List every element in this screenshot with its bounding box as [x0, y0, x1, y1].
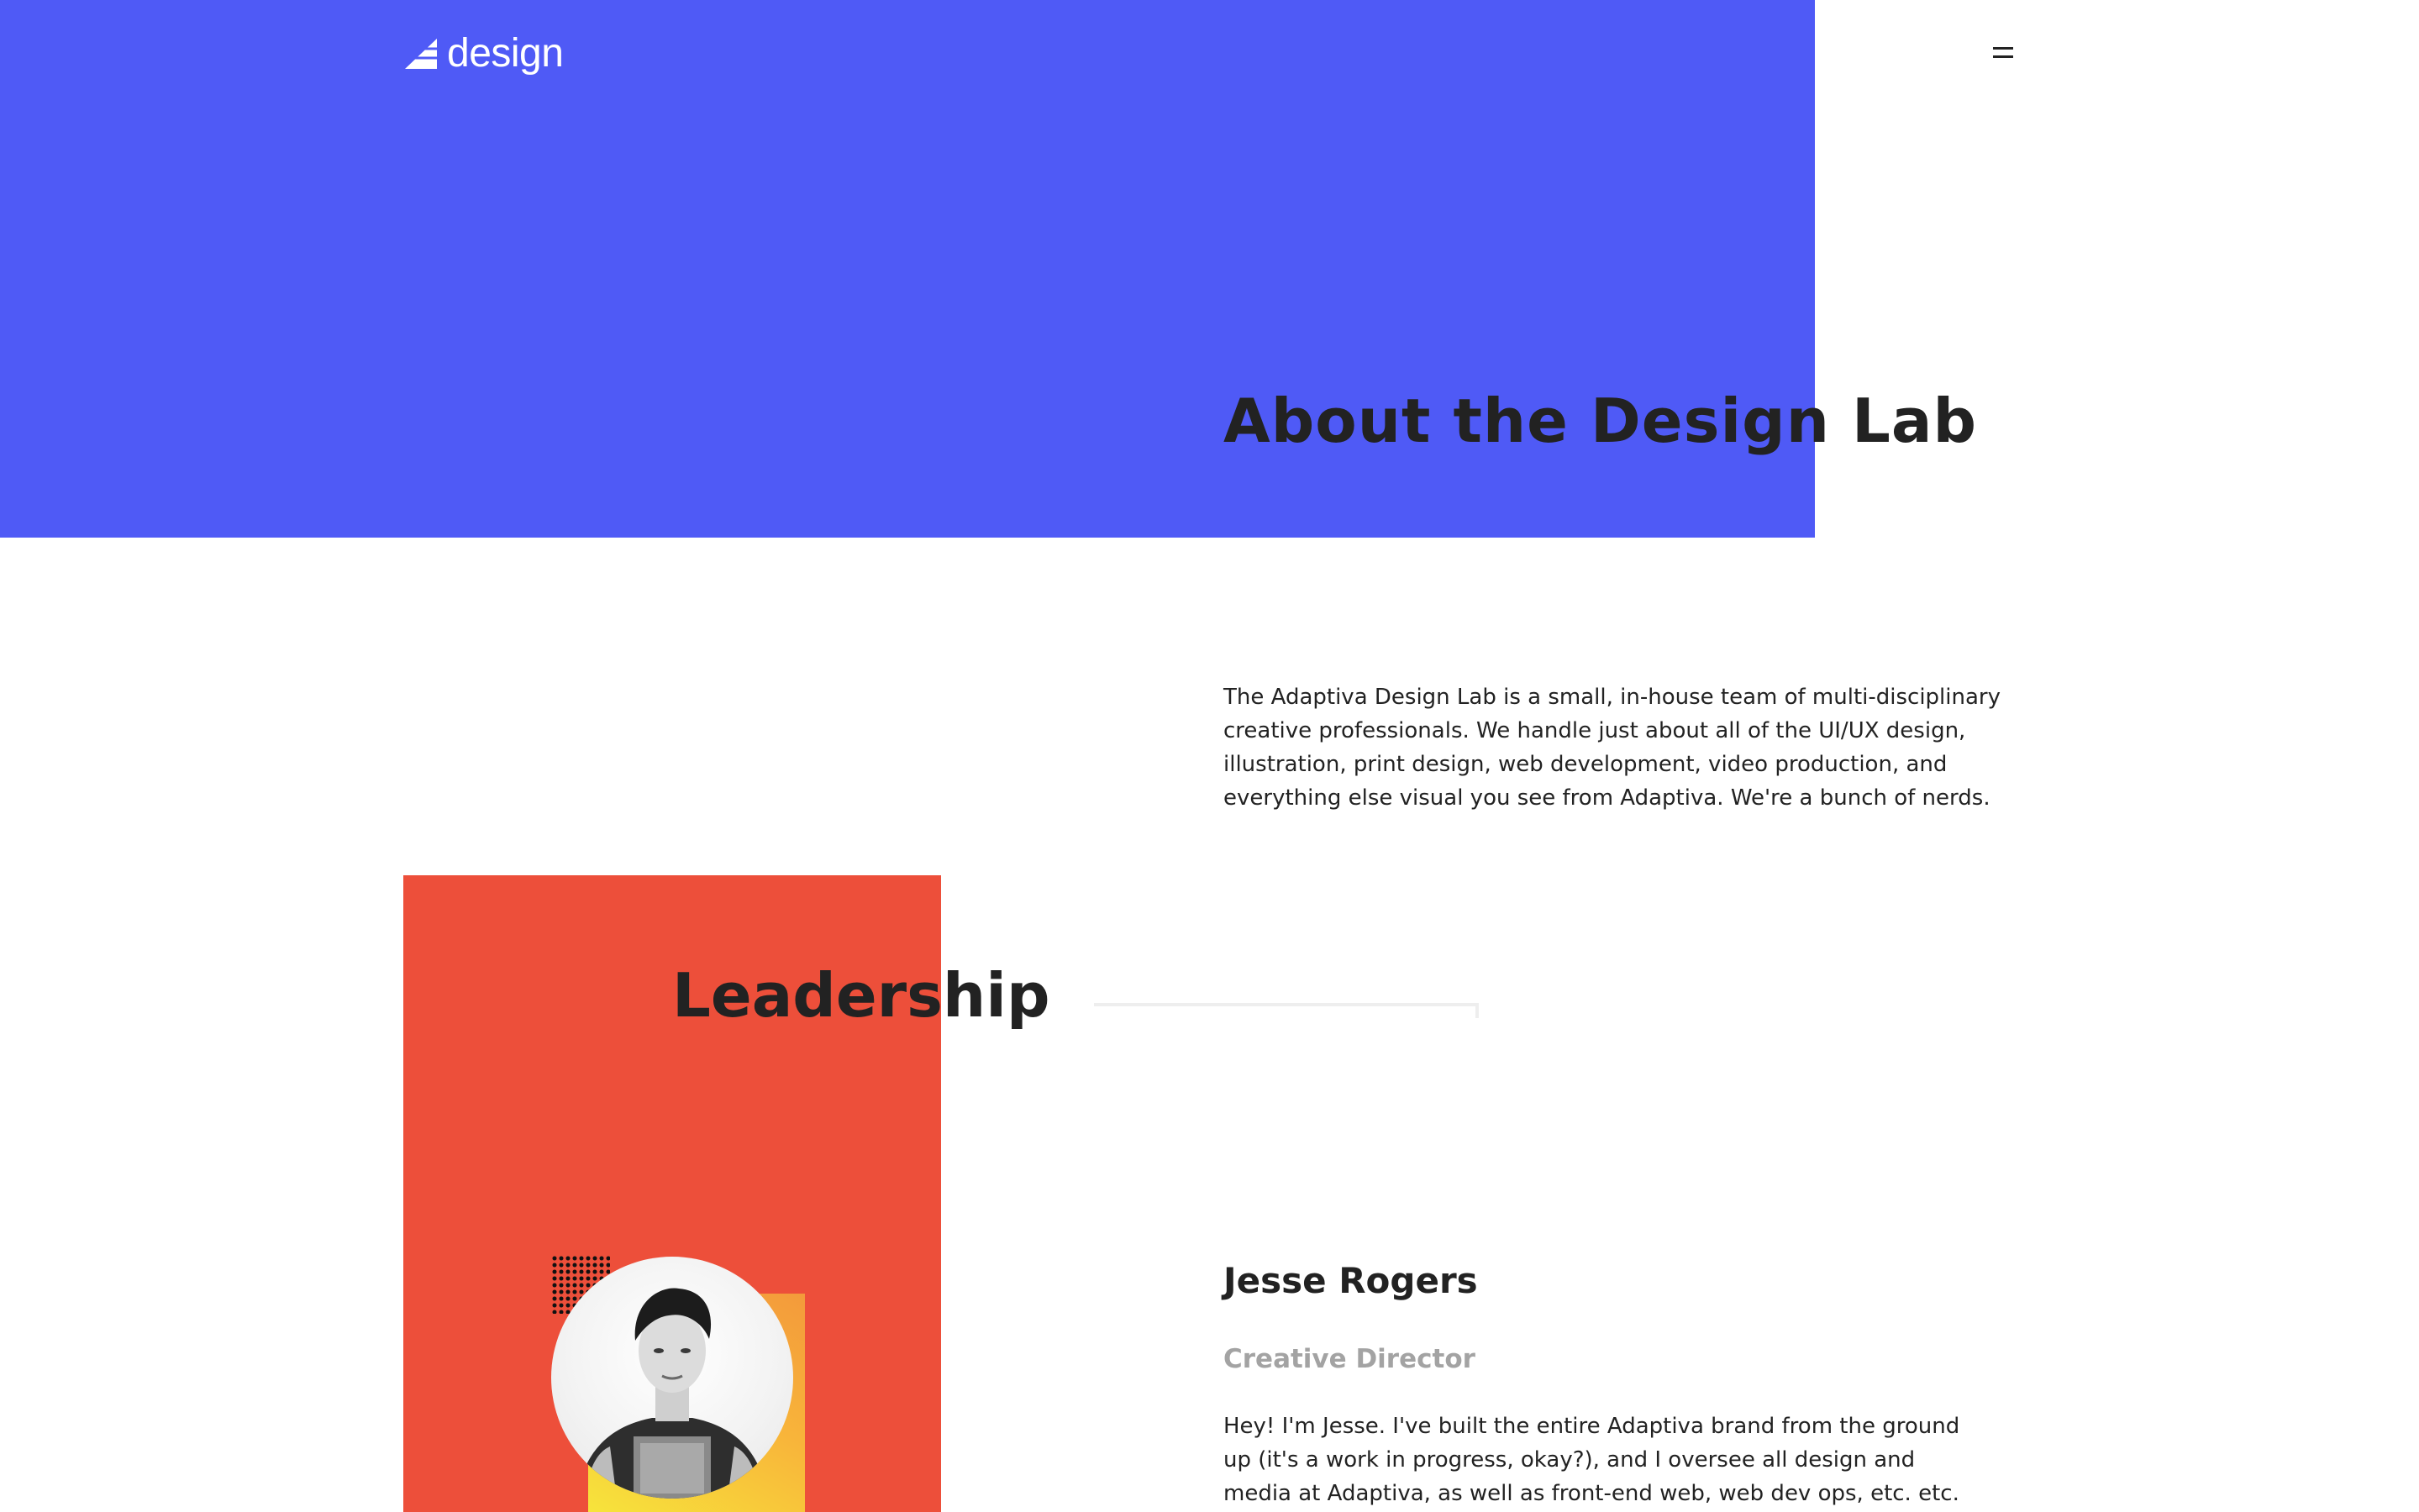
about-paragraph: The Adaptiva Design Lab is a small, in-h… [1223, 685, 2001, 811]
about-title: About the Design Lab [1223, 386, 1978, 456]
person-bio: Hey! I'm Jesse. I've built the entire Ad… [1223, 1414, 1960, 1506]
menu-bar-top [1993, 47, 2013, 50]
section-divider [1094, 1003, 1479, 1006]
hamburger-menu-icon[interactable] [1993, 42, 2018, 66]
hero-color-block [0, 0, 1815, 538]
person-name: Jesse Rogers [1223, 1260, 1478, 1301]
menu-bar-bottom [1993, 55, 2013, 58]
leadership-title: Leadership [672, 960, 1050, 1031]
logo-link[interactable]: design [403, 30, 564, 77]
logo-text: design [447, 31, 564, 76]
page: design About the Design Lab The Adaptiva… [0, 0, 2419, 1512]
triangle-logo-icon [405, 39, 437, 69]
avatar [551, 1257, 793, 1499]
section-divider-tick [1475, 1003, 1479, 1018]
person-portrait-icon [576, 1288, 768, 1499]
person-role: Creative Director [1223, 1344, 1475, 1374]
